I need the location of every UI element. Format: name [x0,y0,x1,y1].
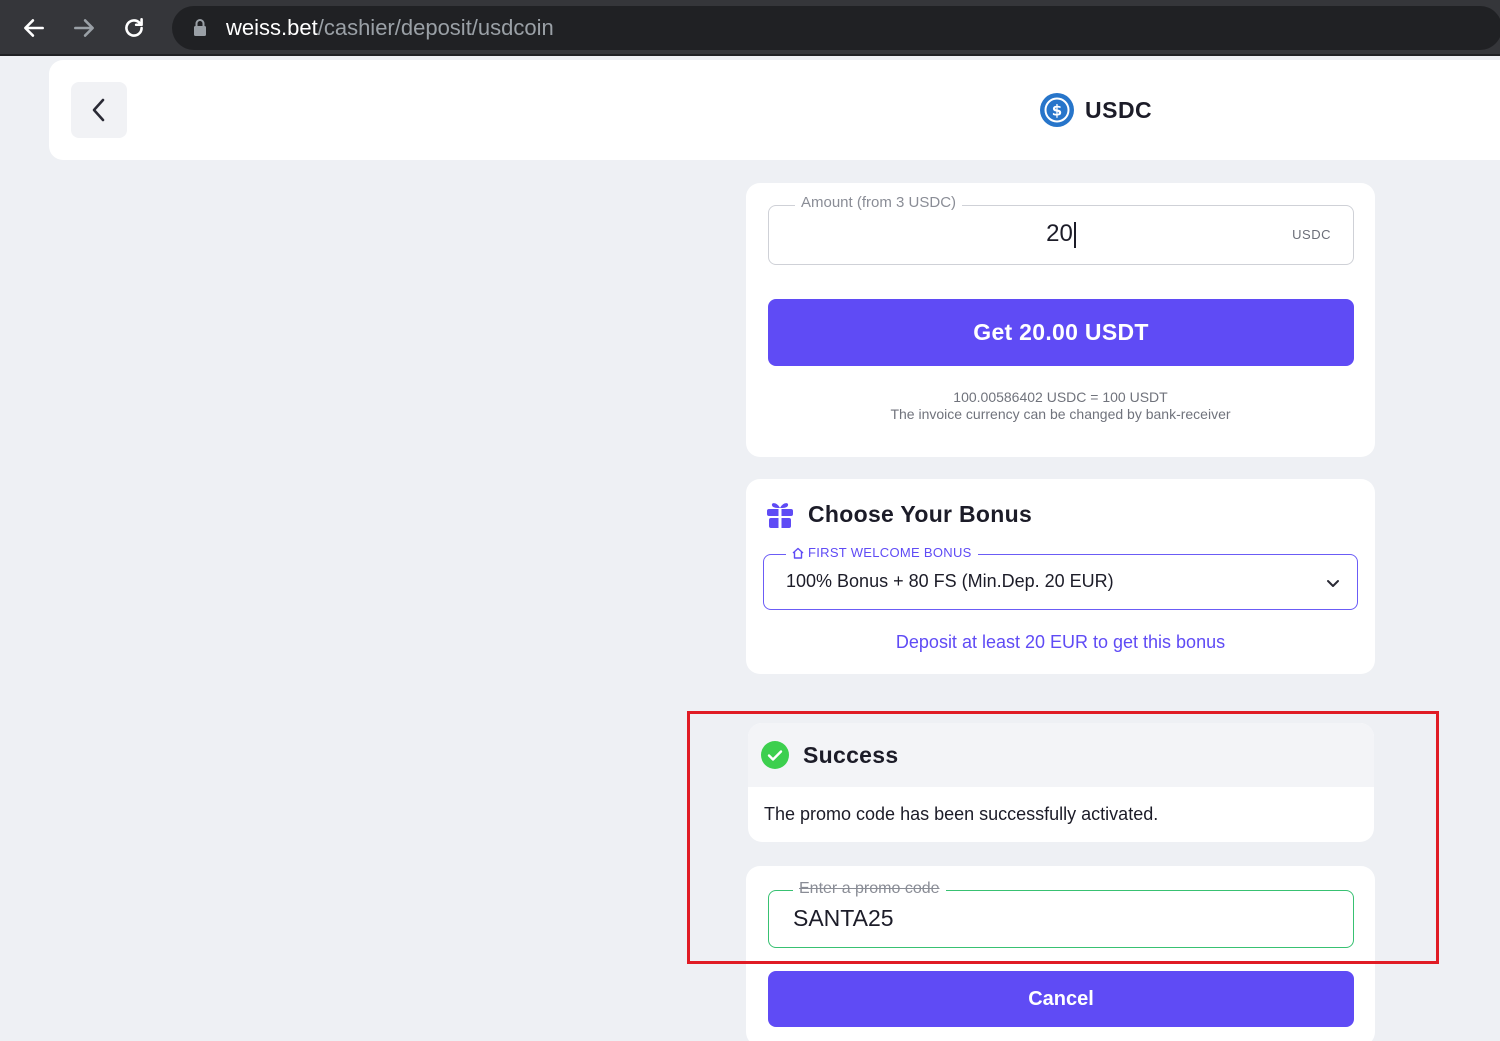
back-arrow-icon[interactable] [14,8,54,48]
success-message: The promo code has been successfully act… [764,804,1159,824]
bonus-note: Deposit at least 20 EUR to get this bonu… [895,632,1226,652]
invoice-note: The invoice currency can be changed by b… [890,406,1231,422]
bonus-title: Choose Your Bonus [808,500,1033,527]
amount-value: 20 [769,220,1353,248]
house-icon [792,547,804,559]
chevron-left-icon [92,98,105,122]
page-title: $ USDC [1039,90,1152,130]
reload-icon[interactable] [114,8,154,48]
page-title-text: USDC [1085,96,1153,123]
svg-text:$: $ [1052,102,1062,120]
usdc-coin-icon: $ [1040,93,1074,127]
back-button[interactable] [71,82,127,138]
text-caret [1073,221,1076,248]
amount-unit: USDC [1292,227,1331,242]
promo-code-input[interactable]: Enter a promo code SANTA25 [768,880,1354,948]
bonus-selected-option: 100% Bonus + 80 FS (Min.Dep. 20 EUR) [786,571,1114,591]
chevron-down-icon [1327,580,1339,587]
get-usdt-button[interactable]: Get 20.00 USDT [768,299,1354,366]
cancel-button[interactable]: Cancel [768,971,1354,1027]
bonus-select-label-text: FIRST WELCOME BONUS [808,545,972,560]
bonus-select-label: FIRST WELCOME BONUS [786,545,978,560]
amount-label: Amount (from 3 USDC) [795,194,963,211]
gift-icon [767,503,793,528]
bonus-select[interactable]: FIRST WELCOME BONUS 100% Bonus + 80 FS (… [763,545,1358,610]
success-title: Success [803,741,899,768]
success-notification: Success The promo code has been successf… [748,723,1374,842]
lock-icon [194,19,206,36]
exchange-rate: 100.00586402 USDC = 100 USDT [953,389,1168,405]
amount-input[interactable]: Amount (from 3 USDC) 20 USDC [768,194,1354,265]
url-path: /cashier/deposit/usdcoin [317,15,554,40]
forward-arrow-icon[interactable] [64,8,104,48]
address-bar[interactable]: weiss.bet/cashier/deposit/usdcoin [172,6,1500,50]
amount-card: Amount (from 3 USDC) 20 USDC Get 20.00 U… [746,183,1375,457]
promo-code-label: Enter a promo code [793,880,946,898]
bonus-header: Choose Your Bonus [766,499,1032,529]
url-host: weiss.bet [226,15,318,40]
success-header: Success [748,723,1374,787]
amount-value-text: 20 [1046,220,1073,247]
promo-code-value: SANTA25 [793,905,894,931]
check-circle-icon [761,741,789,769]
cashier-header: $ USDC [49,60,1500,160]
browser-toolbar: weiss.bet/cashier/deposit/usdcoin [0,0,1500,56]
bonus-card: Choose Your Bonus FIRST WELCOME BONUS 10… [746,479,1375,674]
